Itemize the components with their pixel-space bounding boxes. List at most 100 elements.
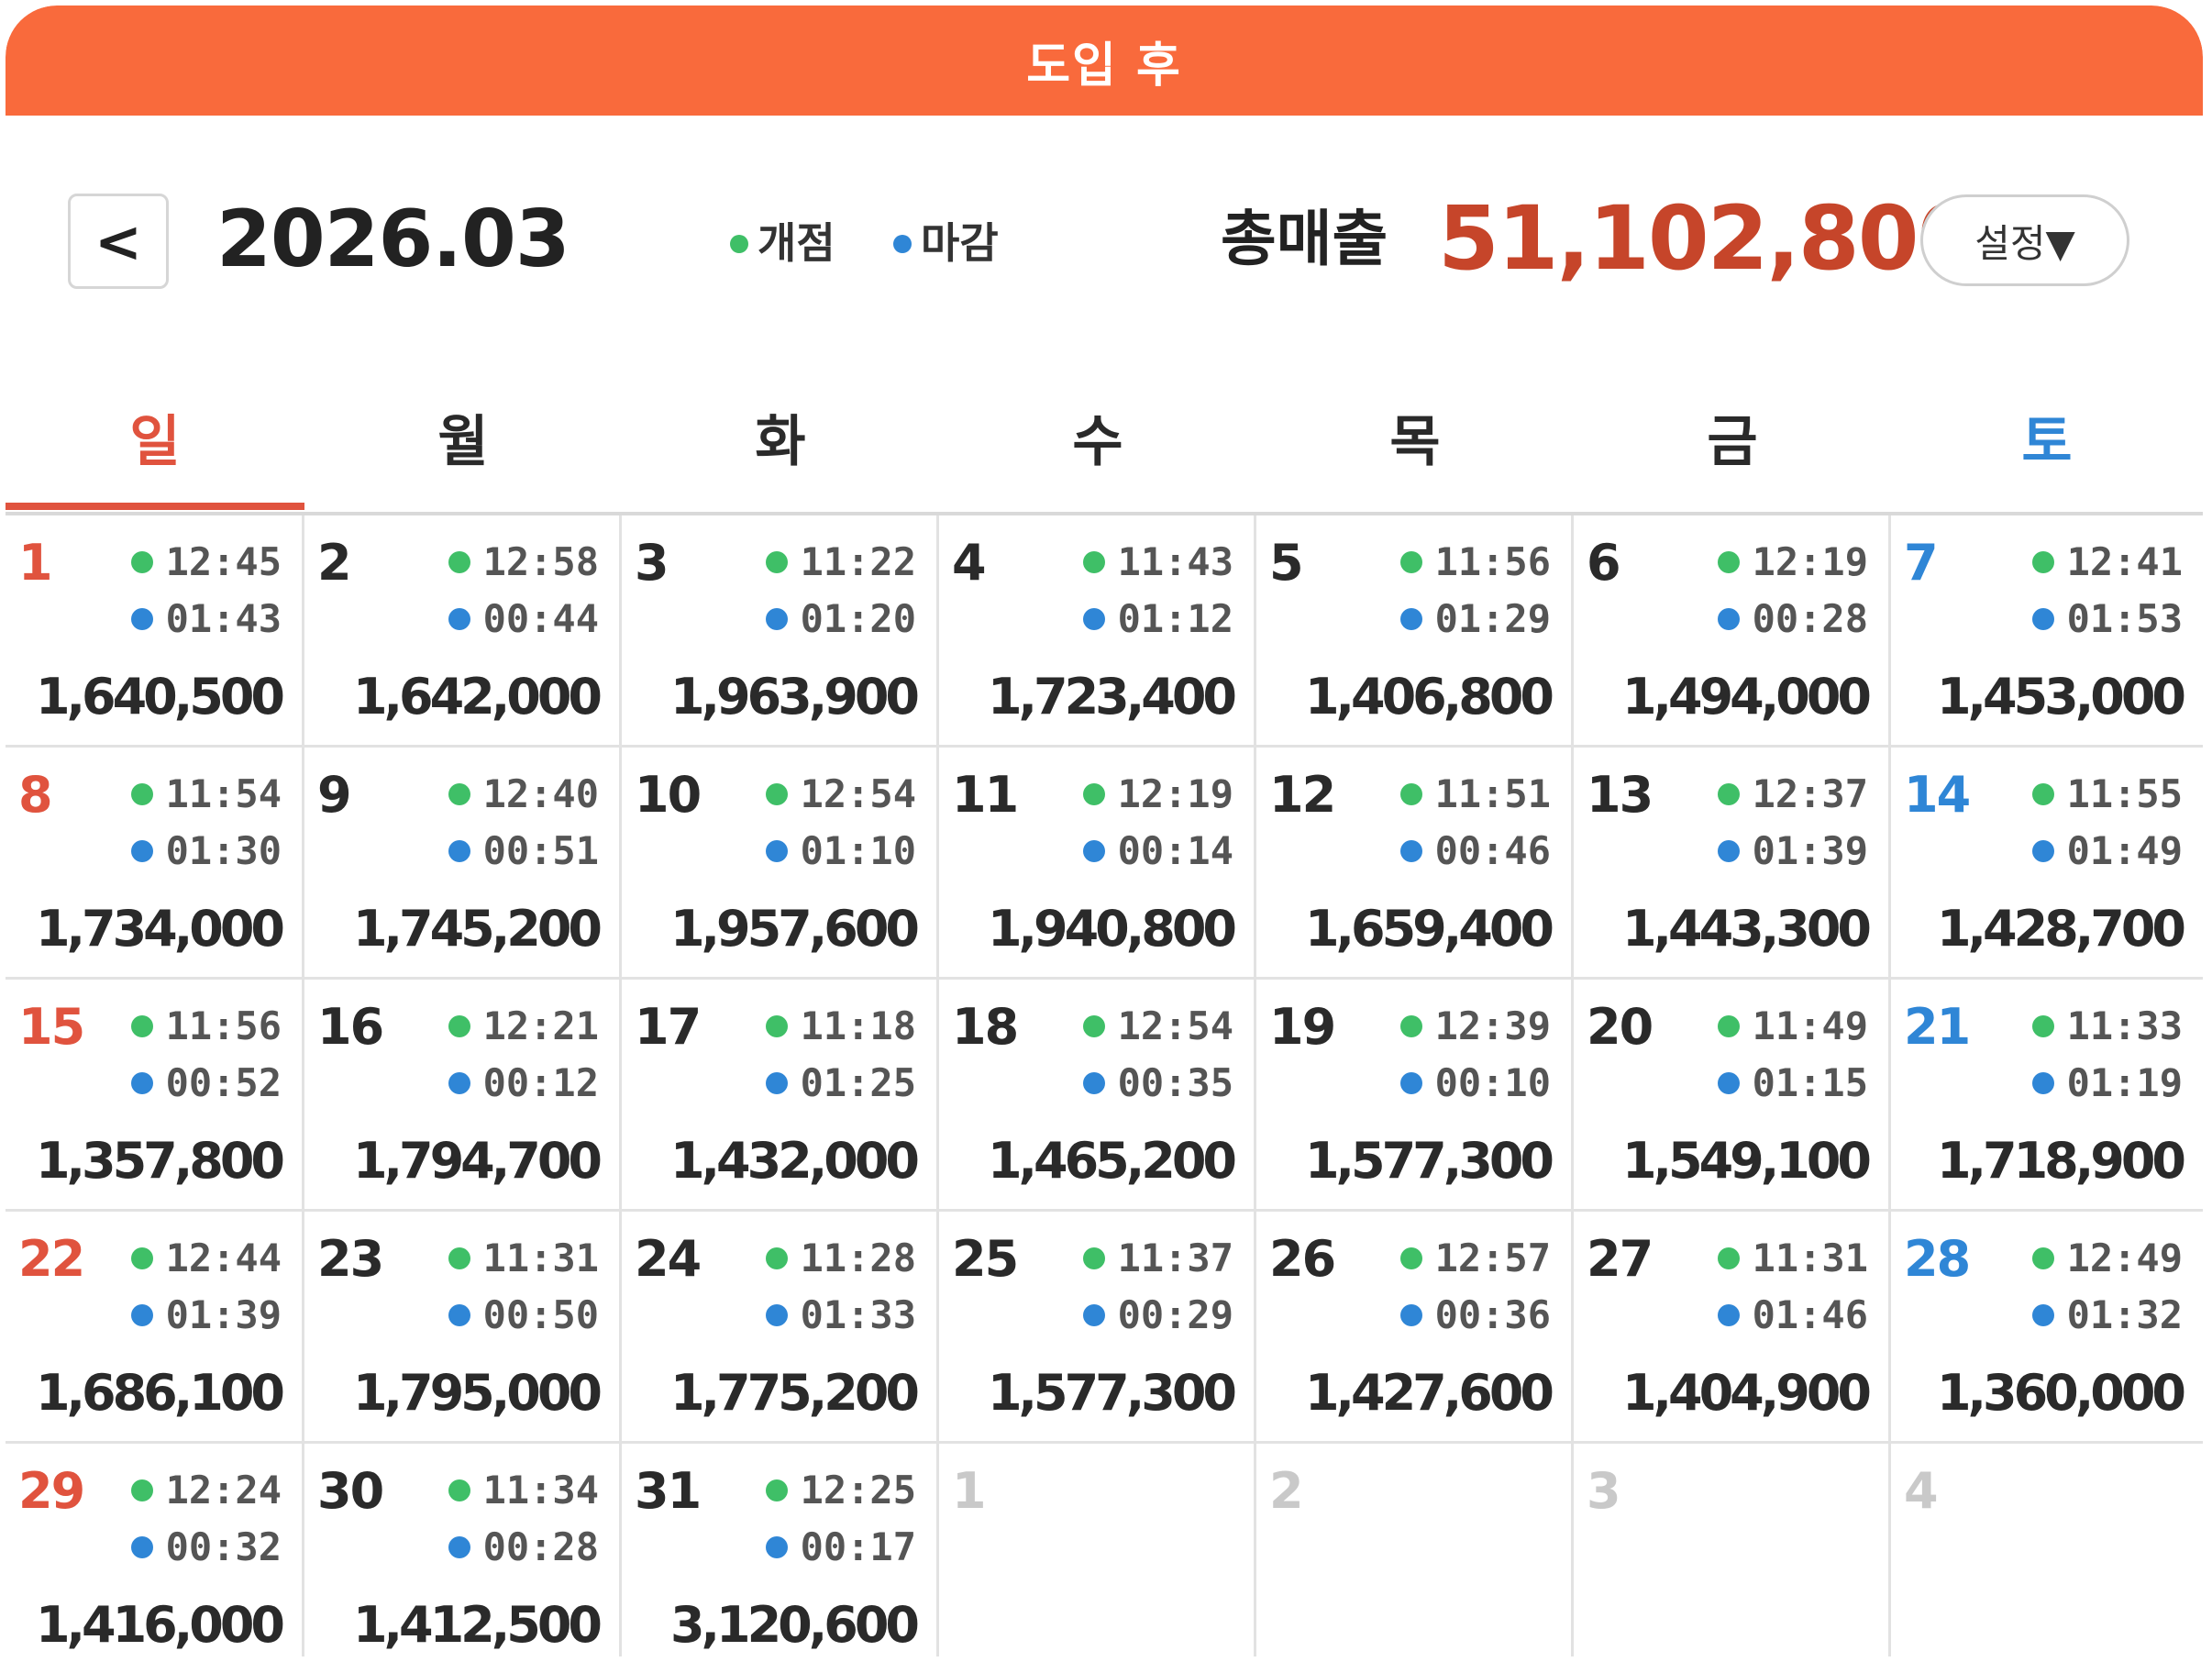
close-dot-icon — [130, 839, 153, 862]
total-sales-label: 총매출 — [1221, 204, 1388, 274]
close-time-value: 01:39 — [165, 1292, 282, 1337]
weekday-5[interactable]: 금 — [1574, 363, 1891, 510]
open-time-value: 12:25 — [800, 1468, 916, 1512]
next-month-day-cell: 3 — [1574, 1444, 1891, 1656]
open-time: 12:25 — [765, 1468, 916, 1512]
daily-sales: 1,360,000 — [1936, 1364, 2186, 1422]
daily-sales: 1,723,400 — [987, 668, 1237, 726]
calendar-day-cell[interactable]: 29 12:24 00:32 1,416,000 — [6, 1444, 304, 1656]
calendar-day-cell[interactable]: 3 11:22 01:20 1,963,900 — [622, 515, 939, 748]
calendar-day-cell[interactable]: 15 11:56 00:52 1,357,800 — [6, 980, 304, 1212]
calendar-day-cell[interactable]: 25 11:37 00:29 1,577,300 — [939, 1212, 1256, 1444]
open-time: 11:54 — [130, 771, 282, 816]
calendar-day-cell[interactable]: 30 11:34 00:28 1,412,500 — [304, 1444, 622, 1656]
calendar-day-cell[interactable]: 11 12:19 00:14 1,940,800 — [939, 748, 1256, 980]
day-number: 9 — [317, 766, 352, 824]
day-number: 20 — [1587, 998, 1653, 1056]
calendar-day-cell[interactable]: 1 12:45 01:43 1,640,500 — [6, 515, 304, 748]
close-time-value: 01:20 — [800, 596, 916, 641]
close-time-value: 01:30 — [165, 828, 282, 873]
sales-calendar-card: 도입 후 < 2026.03 개점 마감 총매출 51,102,800 설정▼ … — [6, 6, 2203, 1656]
day-number: 2 — [317, 534, 352, 592]
calendar-day-cell[interactable]: 16 12:21 00:12 1,794,700 — [304, 980, 622, 1212]
close-time: 01:32 — [2031, 1292, 2183, 1337]
calendar-day-cell[interactable]: 14 11:55 01:49 1,428,700 — [1891, 748, 2203, 980]
calendar-day-cell[interactable]: 18 12:54 00:35 1,465,200 — [939, 980, 1256, 1212]
calendar-day-cell[interactable]: 27 11:31 01:46 1,404,900 — [1574, 1212, 1891, 1444]
open-time: 12:37 — [1717, 771, 1868, 816]
open-time: 11:55 — [2031, 771, 2183, 816]
calendar-day-cell[interactable]: 23 11:31 00:50 1,795,000 — [304, 1212, 622, 1444]
current-month: 2026.03 — [216, 194, 570, 285]
calendar-day-cell[interactable]: 22 12:44 01:39 1,686,100 — [6, 1212, 304, 1444]
weekday-3[interactable]: 수 — [939, 363, 1256, 510]
calendar-day-cell[interactable]: 6 12:19 00:28 1,494,000 — [1574, 515, 1891, 748]
calendar-day-cell[interactable]: 26 12:57 00:36 1,427,600 — [1256, 1212, 1574, 1444]
calendar-day-cell[interactable]: 13 12:37 01:39 1,443,300 — [1574, 748, 1891, 980]
settings-label: 설정▼ — [1974, 220, 2075, 266]
legend-close-label: 마감 — [921, 218, 999, 268]
calendar-day-cell[interactable]: 8 11:54 01:30 1,734,000 — [6, 748, 304, 980]
close-dot-icon — [130, 607, 153, 630]
open-time: 11:18 — [765, 1003, 916, 1048]
open-time: 12:45 — [130, 539, 282, 584]
calendar-day-cell[interactable]: 31 12:25 00:17 3,120,600 — [622, 1444, 939, 1656]
calendar-day-cell[interactable]: 20 11:49 01:15 1,549,100 — [1574, 980, 1891, 1212]
close-time-value: 00:32 — [165, 1524, 282, 1569]
calendar-day-cell[interactable]: 24 11:28 01:33 1,775,200 — [622, 1212, 939, 1444]
open-time: 12:39 — [1399, 1003, 1551, 1048]
previous-month-button[interactable]: < — [68, 194, 169, 289]
close-time-value: 00:14 — [1117, 828, 1233, 873]
open-dot-icon — [1082, 782, 1105, 805]
calendar-day-cell[interactable]: 17 11:18 01:25 1,432,000 — [622, 980, 939, 1212]
calendar-day-cell[interactable]: 19 12:39 00:10 1,577,300 — [1256, 980, 1574, 1212]
close-time: 00:14 — [1082, 828, 1233, 873]
open-dot-icon — [130, 1246, 153, 1269]
close-time: 00:50 — [448, 1292, 599, 1337]
weekday-1[interactable]: 월 — [304, 363, 622, 510]
close-time: 00:46 — [1399, 828, 1551, 873]
settings-dropdown-button[interactable]: 설정▼ — [1920, 194, 2129, 286]
weekday-4[interactable]: 목 — [1256, 363, 1574, 510]
open-time: 12:54 — [1082, 1003, 1233, 1048]
weekday-2[interactable]: 화 — [622, 363, 939, 510]
daily-sales: 1,404,900 — [1621, 1364, 1872, 1422]
daily-sales: 1,443,300 — [1621, 900, 1872, 958]
open-time: 11:28 — [765, 1235, 916, 1280]
open-time-value: 12:19 — [1752, 539, 1868, 584]
calendar-day-cell[interactable]: 4 11:43 01:12 1,723,400 — [939, 515, 1256, 748]
open-time-value: 12:41 — [2066, 539, 2183, 584]
weekday-6[interactable]: 토 — [1891, 363, 2203, 510]
daily-sales: 3,120,600 — [669, 1596, 920, 1654]
close-time-value: 01:32 — [2066, 1292, 2183, 1337]
open-time-value: 11:51 — [1434, 771, 1551, 816]
next-month-day-cell: 2 — [1256, 1444, 1574, 1656]
calendar-day-cell[interactable]: 21 11:33 01:19 1,718,900 — [1891, 980, 2203, 1212]
close-time-value: 00:28 — [482, 1524, 599, 1569]
close-time-value: 00:10 — [1434, 1060, 1551, 1105]
selected-weekday-indicator — [6, 503, 304, 510]
open-time-value: 12:24 — [165, 1468, 282, 1512]
calendar-day-cell[interactable]: 2 12:58 00:44 1,642,000 — [304, 515, 622, 748]
chevron-left-icon: < — [94, 207, 142, 275]
close-time: 01:20 — [765, 596, 916, 641]
close-time: 01:15 — [1717, 1060, 1868, 1105]
day-number: 19 — [1269, 998, 1336, 1056]
close-dot-icon — [765, 839, 788, 862]
weekday-0[interactable]: 일 — [6, 363, 304, 510]
calendar-day-cell[interactable]: 10 12:54 01:10 1,957,600 — [622, 748, 939, 980]
day-number: 26 — [1269, 1230, 1336, 1288]
open-time: 12:57 — [1399, 1235, 1551, 1280]
close-time: 01:49 — [2031, 828, 2183, 873]
close-dot-icon — [1399, 607, 1422, 630]
close-time: 01:25 — [765, 1060, 916, 1105]
close-time: 01:29 — [1399, 596, 1551, 641]
open-time: 11:22 — [765, 539, 916, 584]
close-dot-icon — [1082, 607, 1105, 630]
calendar-day-cell[interactable]: 9 12:40 00:51 1,745,200 — [304, 748, 622, 980]
day-number: 30 — [317, 1462, 384, 1520]
calendar-day-cell[interactable]: 7 12:41 01:53 1,453,000 — [1891, 515, 2203, 748]
calendar-day-cell[interactable]: 5 11:56 01:29 1,406,800 — [1256, 515, 1574, 748]
calendar-day-cell[interactable]: 12 11:51 00:46 1,659,400 — [1256, 748, 1574, 980]
calendar-day-cell[interactable]: 28 12:49 01:32 1,360,000 — [1891, 1212, 2203, 1444]
